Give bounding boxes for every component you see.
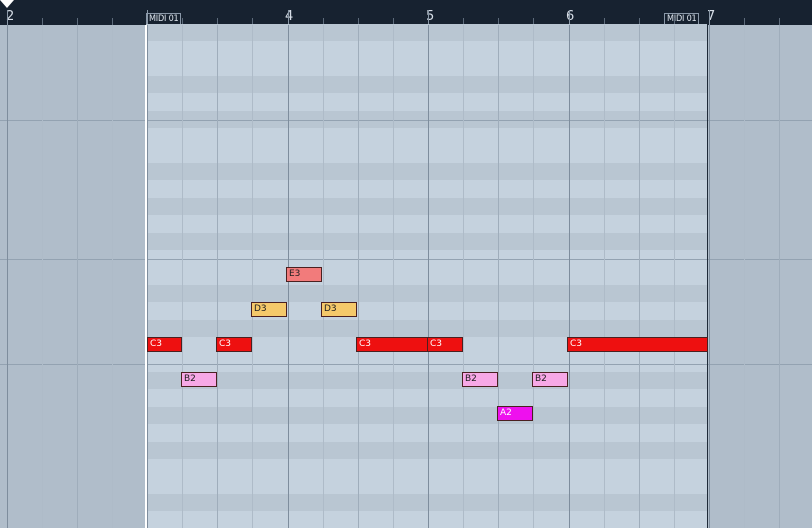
black-key-row: [146, 372, 707, 390]
midi-note[interactable]: C3: [567, 337, 708, 352]
bar-line: [147, 25, 148, 528]
ruler-tick: [428, 10, 429, 25]
beat-line: [674, 25, 675, 528]
black-key-row: [146, 198, 707, 216]
part-end-label[interactable]: MIDI 01: [664, 13, 700, 25]
black-key-row: [146, 233, 707, 250]
black-key-row: [146, 441, 707, 459]
octave-line: [0, 259, 812, 260]
note-label: C3: [219, 339, 232, 349]
note-grid[interactable]: E3 D3 D3 C3 C3 C3 C3 C3 B2 B2 B2 A2: [0, 24, 812, 528]
midi-note[interactable]: C3: [216, 337, 252, 352]
beat-line: [77, 25, 78, 528]
note-label: C3: [150, 339, 163, 349]
octave-line: [0, 364, 812, 365]
note-label: B2: [535, 374, 547, 384]
timeline-ruler[interactable]: 2 4 5 6 7 MIDI 01 MIDI 01: [0, 0, 812, 25]
note-label: D3: [324, 304, 337, 314]
bar-line: [569, 25, 570, 528]
black-key-row: [146, 407, 707, 424]
ruler-tick: [779, 18, 780, 25]
ruler-tick: [147, 10, 148, 25]
beat-line: [323, 25, 324, 528]
beat-line: [604, 25, 605, 528]
ruler-tick: [42, 18, 43, 25]
note-label: B2: [184, 374, 196, 384]
beat-line: [393, 25, 394, 528]
beat-line: [533, 25, 534, 528]
beat-line: [358, 25, 359, 528]
note-label: C3: [570, 339, 583, 349]
part-end-edge: [707, 25, 708, 528]
part-start-edge: [145, 25, 147, 528]
note-label: A2: [500, 408, 512, 418]
midi-note[interactable]: D3: [321, 302, 357, 317]
part-area[interactable]: [146, 24, 707, 528]
ruler-tick: [709, 10, 710, 25]
playhead-marker-icon[interactable]: [0, 0, 14, 8]
black-key-row: [146, 163, 707, 181]
black-key-row: [146, 494, 707, 511]
midi-key-editor: 2 4 5 6 7 MIDI 01 MIDI 01 E3 D3 D3 C3 C3…: [0, 0, 812, 528]
beat-line: [498, 25, 499, 528]
midi-note[interactable]: E3: [286, 267, 322, 282]
ruler-tick: [7, 10, 8, 25]
octave-line: [0, 120, 812, 121]
bar-line: [7, 25, 8, 528]
beat-line: [779, 25, 780, 528]
beat-line: [463, 25, 464, 528]
black-key-row: [146, 24, 707, 42]
note-label: D3: [254, 304, 267, 314]
note-label: B2: [465, 374, 477, 384]
black-key-row: [146, 76, 707, 94]
midi-note[interactable]: C3: [147, 337, 182, 352]
beat-line: [252, 25, 253, 528]
beat-line: [112, 25, 113, 528]
beat-line: [639, 25, 640, 528]
midi-note[interactable]: B2: [462, 372, 498, 387]
ruler-tick: [77, 18, 78, 25]
midi-note[interactable]: C3: [356, 337, 428, 352]
bar-line: [709, 25, 710, 528]
midi-note[interactable]: B2: [181, 372, 217, 387]
midi-note[interactable]: A2: [497, 406, 533, 421]
note-label: C3: [359, 339, 372, 349]
note-label: C3: [430, 339, 443, 349]
note-label: E3: [289, 269, 301, 279]
ruler-tick: [569, 10, 570, 25]
black-key-row: [146, 285, 707, 303]
bar-number: 4: [285, 9, 294, 24]
outside-part-area-left: [0, 25, 146, 528]
midi-note[interactable]: B2: [532, 372, 568, 387]
outside-part-area-right: [708, 25, 812, 528]
bar-line: [428, 25, 429, 528]
midi-note[interactable]: D3: [251, 302, 287, 317]
beat-line: [744, 25, 745, 528]
part-start-label[interactable]: MIDI 01: [146, 13, 182, 25]
ruler-tick: [112, 18, 113, 25]
black-key-row: [146, 320, 707, 337]
beat-line: [42, 25, 43, 528]
ruler-tick: [744, 18, 745, 25]
ruler-tick: [288, 10, 289, 25]
bar-number: 6: [566, 9, 575, 24]
beat-line: [217, 25, 218, 528]
midi-note[interactable]: C3: [427, 337, 463, 352]
beat-line: [182, 25, 183, 528]
